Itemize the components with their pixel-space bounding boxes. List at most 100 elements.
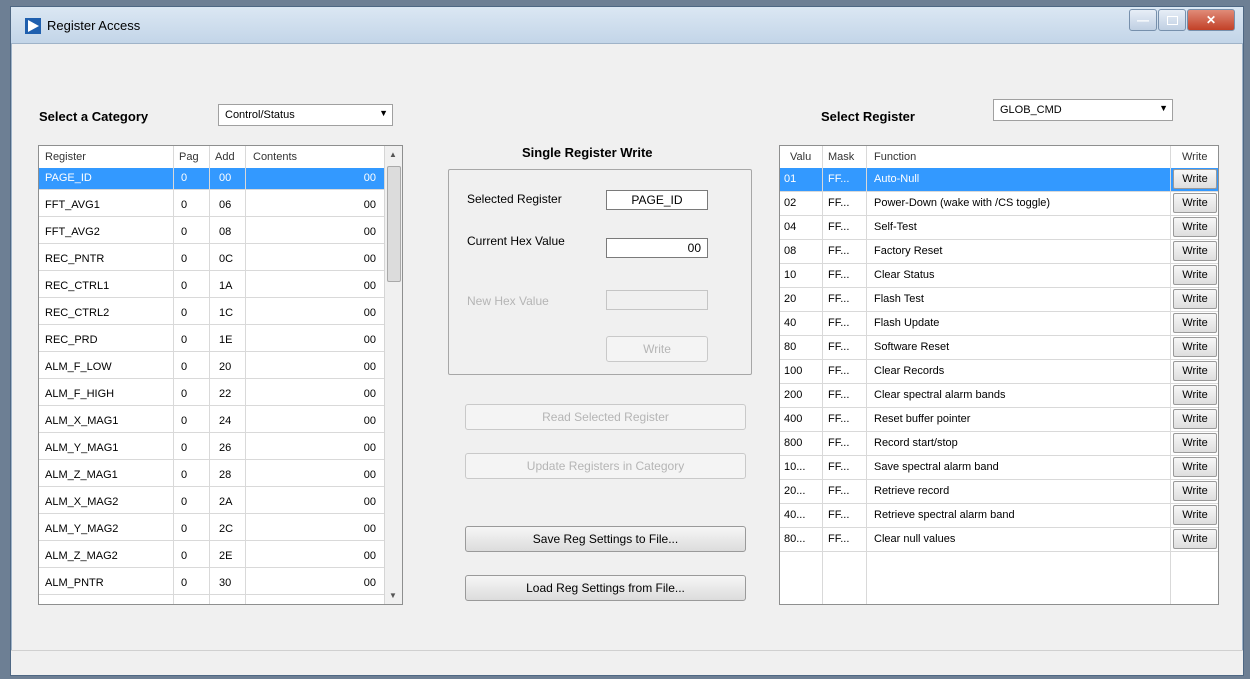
row-write-button[interactable]: Write [1173,241,1217,261]
page-cell: 0 [181,172,188,184]
table-row[interactable]: 01 FF... Auto-Null Write [780,168,1218,192]
row-write-button[interactable]: Write [1173,529,1217,549]
table-row[interactable]: 10... FF... Save spectral alarm band Write [780,456,1218,480]
table-row[interactable]: ALM_X_MAG1 0 24 00 [39,411,402,433]
save-settings-button[interactable]: Save Reg Settings to File... [465,526,746,552]
table-row[interactable]: ALM_Z_MAG2 0 2E 00 [39,546,402,568]
table-row[interactable]: 80 FF... Software Reset Write [780,336,1218,360]
register-name-cell: ALM_F_LOW [45,361,112,373]
function-cell: Clear null values [874,533,956,545]
table-row[interactable]: ALM_Y_MAG1 0 26 00 [39,438,402,460]
value-cell: 100 [784,365,803,377]
row-write-button[interactable]: Write [1173,265,1217,285]
title-bar[interactable]: Register Access — ✕ [11,7,1243,44]
page-cell: 0 [181,253,188,265]
scroll-up-icon[interactable]: ▲ [389,150,397,159]
table-row[interactable]: REC_CTRL2 0 1C 00 [39,303,402,325]
new-hex-input[interactable] [606,290,708,310]
mask-cell: FF... [828,317,850,329]
mask-cell: FF... [828,509,850,521]
contents-cell: 00 [363,280,376,292]
read-selected-register-button[interactable]: Read Selected Register [465,404,746,430]
row-write-button[interactable]: Write [1173,385,1217,405]
row-write-button[interactable]: Write [1173,337,1217,357]
row-write-button[interactable]: Write [1173,217,1217,237]
register-table[interactable]: Register Pag Add Contents PAGE_ID 0 00 00 FF… [38,145,403,605]
table-row[interactable]: ALM_PNTR 0 30 00 [39,573,402,595]
maximize-button[interactable] [1158,9,1186,31]
table-row[interactable]: ALM_F_HIGH 0 22 00 [39,384,402,406]
register-name-cell: REC_PNTR [45,253,105,265]
row-write-button[interactable]: Write [1173,457,1217,477]
row-write-button[interactable]: Write [1173,313,1217,333]
table-row[interactable]: 10 FF... Clear Status Write [780,264,1218,288]
table-row[interactable]: REC_CTRL1 0 1A 00 [39,276,402,298]
table-row[interactable]: 40... FF... Retrieve spectral alarm band Wr… [780,504,1218,528]
row-write-button[interactable]: Write [1173,505,1217,525]
register-table-scrollbar[interactable]: ▲ ▼ [384,146,402,604]
function-cell: Clear Records [874,365,945,377]
function-cell: Factory Reset [874,245,943,257]
address-cell: 30 [219,577,232,589]
table-row[interactable]: 800 FF... Record start/stop Write [780,432,1218,456]
page-cell: 0 [181,415,188,427]
mask-cell: FF... [828,533,850,545]
contents-cell: 00 [363,172,376,184]
page-cell: 0 [181,550,188,562]
row-write-button[interactable]: Write [1173,481,1217,501]
single-write-button[interactable]: Write [606,336,708,362]
row-write-button[interactable]: Write [1173,169,1217,189]
contents-cell: 00 [363,496,376,508]
function-cell: Reset buffer pointer [874,413,971,425]
scrollbar-thumb[interactable] [387,166,401,282]
table-row[interactable]: 02 FF... Power-Down (wake with /CS toggle)… [780,192,1218,216]
page-cell: 0 [181,442,188,454]
value-cell: 800 [784,437,803,449]
table-row[interactable]: ALM_Z_MAG1 0 28 00 [39,465,402,487]
table-row[interactable]: 400 FF... Reset buffer pointer Write [780,408,1218,432]
row-write-button[interactable]: Write [1173,409,1217,429]
close-button[interactable]: ✕ [1187,9,1235,31]
row-write-button[interactable]: Write [1173,361,1217,381]
table-row[interactable]: 08 FF... Factory Reset Write [780,240,1218,264]
register-dropdown[interactable]: GLOB_CMD ▼ [993,99,1173,121]
register-name-cell: REC_CTRL2 [45,307,110,319]
scroll-down-icon[interactable]: ▼ [389,591,397,600]
register-name-cell: ALM_Z_MAG2 [45,550,118,562]
table-row[interactable]: PAGE_ID 0 00 00 [39,168,402,190]
mask-cell: FF... [828,485,850,497]
table-row[interactable]: 200 FF... Clear spectral alarm bands Write [780,384,1218,408]
table-row[interactable]: 20 FF... Flash Test Write [780,288,1218,312]
window-title: Register Access [47,18,141,33]
category-dropdown[interactable]: Control/Status ▼ [218,104,393,126]
address-cell: 1C [219,307,234,319]
table-row[interactable]: ALM_F_LOW 0 20 00 [39,357,402,379]
address-cell: 24 [219,415,232,427]
mask-cell: FF... [828,221,850,233]
table-row[interactable]: FFT_AVG1 0 06 00 [39,195,402,217]
row-write-button[interactable]: Write [1173,289,1217,309]
table-row[interactable]: 04 FF... Self-Test Write [780,216,1218,240]
table-row[interactable]: 20... FF... Retrieve record Write [780,480,1218,504]
table-row[interactable]: ALM_Y_MAG2 0 2C 00 [39,519,402,541]
contents-cell: 00 [363,334,376,346]
minimize-icon: — [1137,13,1149,27]
function-cell: Flash Update [874,317,940,329]
load-settings-button[interactable]: Load Reg Settings from File... [465,575,746,601]
contents-cell: 00 [363,199,376,211]
function-table[interactable]: Valu Mask Function Write 01 FF... Auto-Nul… [779,145,1219,605]
mask-cell: FF... [828,293,850,305]
table-row[interactable]: 100 FF... Clear Records Write [780,360,1218,384]
update-registers-button[interactable]: Update Registers in Category [465,453,746,479]
minimize-button[interactable]: — [1129,9,1157,31]
mask-cell: FF... [828,269,850,281]
table-row[interactable]: ALM_X_MAG2 0 2A 00 [39,492,402,514]
row-write-button[interactable]: Write [1173,433,1217,453]
table-row[interactable]: REC_PRD 0 1E 00 [39,330,402,352]
address-cell: 1E [219,334,233,346]
table-row[interactable]: FFT_AVG2 0 08 00 [39,222,402,244]
table-row[interactable]: REC_PNTR 0 0C 00 [39,249,402,271]
row-write-button[interactable]: Write [1173,193,1217,213]
table-row[interactable]: 40 FF... Flash Update Write [780,312,1218,336]
table-row[interactable]: 80... FF... Clear null values Write [780,528,1218,552]
